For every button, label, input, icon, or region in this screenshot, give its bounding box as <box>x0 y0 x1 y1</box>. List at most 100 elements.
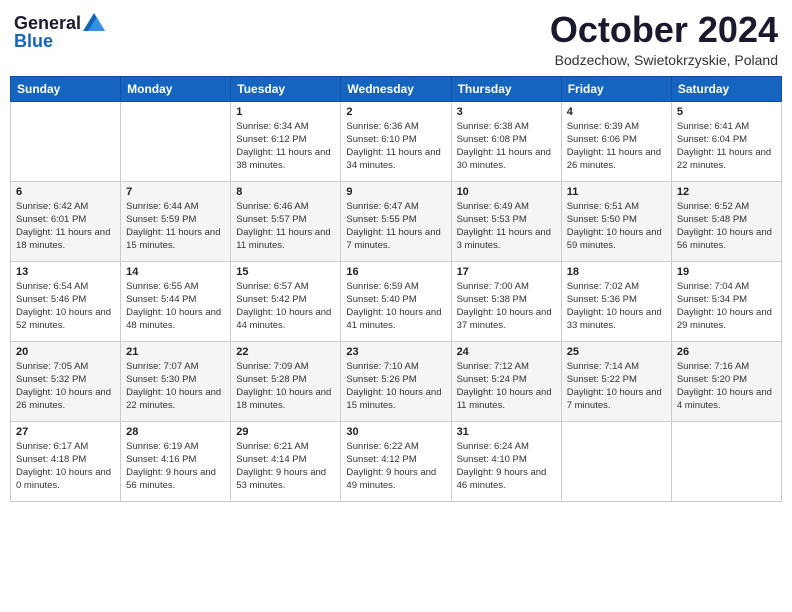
calendar-cell: 13 Sunrise: 6:54 AMSunset: 5:46 PMDayligh… <box>11 261 121 341</box>
day-detail: Sunrise: 6:44 AMSunset: 5:59 PMDaylight:… <box>126 200 225 253</box>
day-detail: Sunrise: 6:24 AMSunset: 4:10 PMDaylight:… <box>457 440 556 493</box>
calendar-cell: 2Sunrise: 6:36 AMSunset: 6:10 PMDaylight… <box>341 101 451 181</box>
day-number: 27 <box>16 426 115 438</box>
day-number: 22 <box>236 346 335 358</box>
day-detail: Sunrise: 7:09 AMSunset: 5:28 PMDaylight:… <box>236 360 335 413</box>
day-detail: Sunrise: 6:36 AMSunset: 6:10 PMDaylight:… <box>346 120 445 173</box>
day-number: 10 <box>457 186 556 198</box>
day-number: 17 <box>457 266 556 278</box>
calendar-cell: 9 Sunrise: 6:47 AMSunset: 5:55 PMDaylight… <box>341 181 451 261</box>
day-detail: Sunrise: 6:38 AMSunset: 6:08 PMDaylight:… <box>457 120 556 173</box>
day-detail: Sunrise: 6:47 AMSunset: 5:55 PMDaylight:… <box>346 200 445 253</box>
day-number: 1 <box>236 106 335 118</box>
logo-icon <box>83 13 105 31</box>
calendar-cell: 28 Sunrise: 6:19 AMSunset: 4:16 PMDayligh… <box>121 421 231 501</box>
day-detail: Sunrise: 6:41 AMSunset: 6:04 PMDaylight:… <box>677 120 776 173</box>
calendar-cell: 18Sunrise: 7:02 AMSunset: 5:36 PMDayligh… <box>561 261 671 341</box>
day-detail: Sunrise: 6:19 AMSunset: 4:16 PMDaylight:… <box>126 440 225 493</box>
day-detail: Sunrise: 6:42 AMSunset: 6:01 PMDaylight:… <box>16 200 115 253</box>
day-number: 26 <box>677 346 776 358</box>
day-detail: Sunrise: 6:57 AMSunset: 5:42 PMDaylight:… <box>236 280 335 333</box>
day-number: 21 <box>126 346 225 358</box>
day-detail: Sunrise: 6:34 AMSunset: 6:12 PMDaylight:… <box>236 120 335 173</box>
day-number: 4 <box>567 106 666 118</box>
calendar-cell: 14Sunrise: 6:55 AMSunset: 5:44 PMDayligh… <box>121 261 231 341</box>
day-detail: Sunrise: 7:02 AMSunset: 5:36 PMDaylight:… <box>567 280 666 333</box>
day-number: 29 <box>236 426 335 438</box>
day-detail: Sunrise: 7:05 AMSunset: 5:32 PMDaylight:… <box>16 360 115 413</box>
calendar-cell: 7Sunrise: 6:44 AMSunset: 5:59 PMDaylight… <box>121 181 231 261</box>
calendar-cell: 16Sunrise: 6:59 AMSunset: 5:40 PMDayligh… <box>341 261 451 341</box>
day-detail: Sunrise: 6:54 AMSunset: 5:46 PMDaylight:… <box>16 280 115 333</box>
day-number: 28 <box>126 426 225 438</box>
calendar-week-row: 1 Sunrise: 6:34 AMSunset: 6:12 PMDaylight… <box>11 101 782 181</box>
logo: General Blue <box>14 14 105 50</box>
day-of-week-header: Friday <box>561 76 671 101</box>
calendar-cell <box>671 421 781 501</box>
calendar-cell: 22 Sunrise: 7:09 AMSunset: 5:28 PMDayligh… <box>231 341 341 421</box>
calendar-cell: 24 Sunrise: 7:12 AMSunset: 5:24 PMDayligh… <box>451 341 561 421</box>
day-of-week-header: Wednesday <box>341 76 451 101</box>
day-detail: Sunrise: 7:00 AMSunset: 5:38 PMDaylight:… <box>457 280 556 333</box>
page-header: General Blue October 2024 Bodzechow, Swi… <box>10 10 782 68</box>
calendar-week-row: 20 Sunrise: 7:05 AMSunset: 5:32 PMDayligh… <box>11 341 782 421</box>
calendar-cell: 17 Sunrise: 7:00 AMSunset: 5:38 PMDayligh… <box>451 261 561 341</box>
day-number: 25 <box>567 346 666 358</box>
day-number: 13 <box>16 266 115 278</box>
calendar-cell: 5 Sunrise: 6:41 AMSunset: 6:04 PMDaylight… <box>671 101 781 181</box>
day-number: 20 <box>16 346 115 358</box>
day-number: 19 <box>677 266 776 278</box>
day-number: 8 <box>236 186 335 198</box>
day-detail: Sunrise: 6:52 AMSunset: 5:48 PMDaylight:… <box>677 200 776 253</box>
calendar-cell: 8 Sunrise: 6:46 AMSunset: 5:57 PMDaylight… <box>231 181 341 261</box>
day-number: 11 <box>567 186 666 198</box>
day-detail: Sunrise: 6:21 AMSunset: 4:14 PMDaylight:… <box>236 440 335 493</box>
day-detail: Sunrise: 7:10 AMSunset: 5:26 PMDaylight:… <box>346 360 445 413</box>
calendar-cell: 19 Sunrise: 7:04 AMSunset: 5:34 PMDayligh… <box>671 261 781 341</box>
day-number: 23 <box>346 346 445 358</box>
day-detail: Sunrise: 6:22 AMSunset: 4:12 PMDaylight:… <box>346 440 445 493</box>
day-number: 6 <box>16 186 115 198</box>
calendar-cell <box>11 101 121 181</box>
day-number: 9 <box>346 186 445 198</box>
logo-blue-text: Blue <box>14 32 53 50</box>
day-detail: Sunrise: 7:16 AMSunset: 5:20 PMDaylight:… <box>677 360 776 413</box>
calendar-table: SundayMondayTuesdayWednesdayThursdayFrid… <box>10 76 782 502</box>
calendar-cell: 29 Sunrise: 6:21 AMSunset: 4:14 PMDayligh… <box>231 421 341 501</box>
logo-general-text: General <box>14 14 81 32</box>
calendar-cell: 25Sunrise: 7:14 AMSunset: 5:22 PMDayligh… <box>561 341 671 421</box>
day-detail: Sunrise: 6:17 AMSunset: 4:18 PMDaylight:… <box>16 440 115 493</box>
calendar-cell: 3Sunrise: 6:38 AMSunset: 6:08 PMDaylight… <box>451 101 561 181</box>
calendar-cell: 23 Sunrise: 7:10 AMSunset: 5:26 PMDayligh… <box>341 341 451 421</box>
day-of-week-header: Monday <box>121 76 231 101</box>
day-number: 30 <box>346 426 445 438</box>
day-detail: Sunrise: 6:46 AMSunset: 5:57 PMDaylight:… <box>236 200 335 253</box>
calendar-cell: 6 Sunrise: 6:42 AMSunset: 6:01 PMDaylight… <box>11 181 121 261</box>
day-number: 5 <box>677 106 776 118</box>
day-number: 24 <box>457 346 556 358</box>
calendar-cell: 27 Sunrise: 6:17 AMSunset: 4:18 PMDayligh… <box>11 421 121 501</box>
calendar-cell: 31 Sunrise: 6:24 AMSunset: 4:10 PMDayligh… <box>451 421 561 501</box>
day-number: 14 <box>126 266 225 278</box>
calendar-cell <box>121 101 231 181</box>
calendar-header-row: SundayMondayTuesdayWednesdayThursdayFrid… <box>11 76 782 101</box>
location-title: Bodzechow, Swietokrzyskie, Poland <box>550 52 778 68</box>
month-title: October 2024 <box>550 10 778 50</box>
calendar-cell: 1 Sunrise: 6:34 AMSunset: 6:12 PMDaylight… <box>231 101 341 181</box>
day-number: 12 <box>677 186 776 198</box>
calendar-cell: 10 Sunrise: 6:49 AMSunset: 5:53 PMDayligh… <box>451 181 561 261</box>
day-detail: Sunrise: 7:07 AMSunset: 5:30 PMDaylight:… <box>126 360 225 413</box>
day-of-week-header: Tuesday <box>231 76 341 101</box>
day-of-week-header: Sunday <box>11 76 121 101</box>
day-number: 15 <box>236 266 335 278</box>
day-detail: Sunrise: 7:04 AMSunset: 5:34 PMDaylight:… <box>677 280 776 333</box>
day-detail: Sunrise: 6:49 AMSunset: 5:53 PMDaylight:… <box>457 200 556 253</box>
calendar-week-row: 27 Sunrise: 6:17 AMSunset: 4:18 PMDayligh… <box>11 421 782 501</box>
title-area: October 2024 Bodzechow, Swietokrzyskie, … <box>550 10 778 68</box>
calendar-cell <box>561 421 671 501</box>
calendar-cell: 12 Sunrise: 6:52 AMSunset: 5:48 PMDayligh… <box>671 181 781 261</box>
calendar-cell: 4 Sunrise: 6:39 AMSunset: 6:06 PMDaylight… <box>561 101 671 181</box>
day-detail: Sunrise: 7:12 AMSunset: 5:24 PMDaylight:… <box>457 360 556 413</box>
day-detail: Sunrise: 6:39 AMSunset: 6:06 PMDaylight:… <box>567 120 666 173</box>
day-number: 31 <box>457 426 556 438</box>
